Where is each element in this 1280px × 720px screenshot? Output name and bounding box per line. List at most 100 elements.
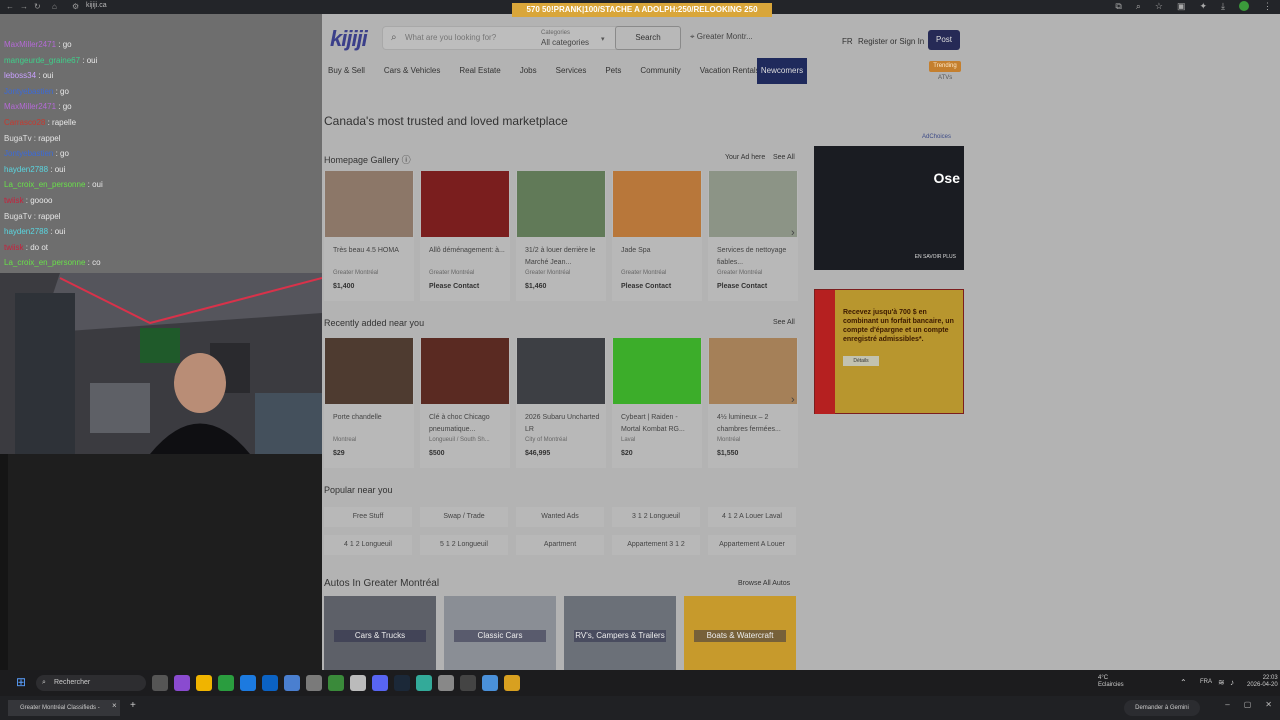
gallery-card[interactable]: 31/2 à louer derrière le Marché Jean... G… [516, 171, 606, 301]
search-input[interactable] [405, 33, 525, 42]
home-icon[interactable]: ⌂ [52, 2, 57, 11]
listing-image[interactable] [517, 338, 605, 404]
recent-card[interactable]: Cybeart | Raiden - Mortal Kombat RG... La… [612, 338, 702, 468]
taskbar-app-icon[interactable] [218, 675, 234, 691]
back-icon[interactable]: ← [6, 2, 14, 11]
nav-item[interactable]: Vacation Rentals [700, 66, 760, 75]
browser-tab[interactable]: Greater Montréal Classifieds - [8, 700, 120, 716]
taskbar-app-icon[interactable] [460, 675, 476, 691]
close-icon[interactable]: ✕ [1265, 700, 1272, 709]
autos-category-card[interactable]: Cars & Trucks [324, 596, 436, 670]
category-select[interactable]: All categories [541, 38, 589, 47]
chat-username[interactable]: La_croix_en_personne [4, 258, 85, 267]
register-signin-link[interactable]: Register or Sign In [858, 37, 924, 46]
taskbar-app-icon[interactable] [372, 675, 388, 691]
extension-icon[interactable]: ▣ [1177, 1, 1186, 12]
adchoices-link[interactable]: AdChoices [922, 134, 951, 140]
listing-title[interactable]: Cybeart | Raiden - Mortal Kombat RG... [621, 412, 697, 436]
address-bar[interactable]: kijiji.ca [86, 2, 107, 9]
volume-icon[interactable]: ♪ [1230, 678, 1234, 687]
gallery-card[interactable]: Jade Spa Greater Montréal Please Contact [612, 171, 702, 301]
translate-icon[interactable]: ⧉ [1115, 1, 1121, 12]
windows-start-icon[interactable]: ⊞ [16, 675, 26, 689]
listing-image[interactable] [709, 171, 797, 237]
nav-item[interactable]: Services [556, 66, 587, 75]
popular-search-link[interactable]: Free Stuff [324, 507, 412, 527]
nav-item[interactable]: Pets [605, 66, 621, 75]
listing-title[interactable]: Porte chandelle [333, 412, 409, 424]
gallery-card[interactable]: Services de nettoyage fiables... Greater … [708, 171, 798, 301]
listing-title[interactable]: 4½ lumineux – 2 chambres fermées... [717, 412, 793, 436]
listing-image[interactable] [517, 171, 605, 237]
chat-username[interactable]: MaxMiller2471 [4, 102, 56, 111]
gallery-see-all[interactable]: See All [773, 154, 795, 161]
downloads-icon[interactable]: ⤓ [1221, 1, 1225, 12]
listing-image[interactable] [325, 338, 413, 404]
taskbar-app-icon[interactable] [328, 675, 344, 691]
reload-icon[interactable]: ↻ [34, 2, 41, 11]
chevron-right-icon[interactable]: › [791, 227, 795, 239]
chat-username[interactable]: La_croix_en_personne [4, 180, 85, 189]
profile-avatar[interactable] [1239, 1, 1249, 11]
recent-card[interactable]: 2026 Subaru Uncharted LR City of Montréal… [516, 338, 606, 468]
language-toggle[interactable]: FR [842, 37, 853, 46]
ad-banner-chevrolet[interactable]: Ose EN SAVOIR PLUS [814, 146, 964, 270]
gallery-card[interactable]: Allô déménagement: à... Greater Montréal P… [420, 171, 510, 301]
chevron-down-icon[interactable]: ▾ [601, 35, 605, 43]
recent-see-all[interactable]: See All [773, 319, 795, 326]
chat-username[interactable]: hayden2788 [4, 227, 48, 236]
nav-item[interactable]: Real Estate [459, 66, 500, 75]
taskbar-app-icon[interactable] [438, 675, 454, 691]
weather-widget[interactable]: 4°C Eclaircies [1098, 675, 1124, 689]
listing-title[interactable]: Jade Spa [621, 245, 697, 257]
menu-icon[interactable]: ⋮ [1263, 1, 1272, 12]
chat-username[interactable]: BugaTv [4, 134, 32, 143]
listing-title[interactable]: Allô déménagement: à... [429, 245, 505, 257]
recent-card[interactable]: Porte chandelle Montreal $29 [324, 338, 414, 468]
chat-username[interactable]: leboss34 [4, 71, 36, 80]
listing-title[interactable]: 2026 Subaru Uncharted LR [525, 412, 601, 436]
wifi-icon[interactable]: ≋ [1218, 678, 1225, 687]
autos-category-card[interactable]: Classic Cars [444, 596, 556, 670]
clock[interactable]: 22:03 2026-04-20 [1247, 675, 1278, 689]
ad-details-button[interactable]: Détails [843, 356, 879, 366]
site-info-icon[interactable]: ⚙ [72, 2, 79, 11]
search-button[interactable]: Search [615, 26, 681, 50]
post-ad-button[interactable]: Post [928, 30, 960, 50]
taskbar-app-icon[interactable] [482, 675, 498, 691]
browse-autos-link[interactable]: Browse All Autos [738, 580, 790, 587]
maximize-icon[interactable]: ▢ [1244, 700, 1252, 709]
chat-username[interactable]: Jontyebastien [4, 87, 53, 96]
nav-item[interactable]: Buy & Sell [328, 66, 365, 75]
popular-search-link[interactable]: 4 1 2 Longueuil [324, 535, 412, 555]
nav-item[interactable]: Cars & Vehicles [384, 66, 440, 75]
chat-username[interactable]: twiisk [4, 243, 24, 252]
gallery-card[interactable]: Très beau 4.5 HOMA Greater Montréal $1,400 [324, 171, 414, 301]
nav-item[interactable]: Jobs [520, 66, 537, 75]
listing-title[interactable]: Services de nettoyage fiables... [717, 245, 793, 269]
taskbar-app-icon[interactable] [306, 675, 322, 691]
your-ad-link[interactable]: Your Ad here [725, 154, 765, 161]
taskbar-app-icon[interactable] [262, 675, 278, 691]
ad-cta[interactable]: EN SAVOIR PLUS [915, 254, 956, 260]
taskbar-search[interactable]: ⌕ Rechercher [36, 675, 146, 691]
forward-icon[interactable]: → [20, 2, 28, 11]
popular-search-link[interactable]: 5 1 2 Longueuil [420, 535, 508, 555]
recent-card[interactable]: 4½ lumineux – 2 chambres fermées... Montr… [708, 338, 798, 468]
taskbar-app-icon[interactable] [416, 675, 432, 691]
input-language[interactable]: FRA [1200, 679, 1212, 685]
nav-item[interactable]: Community [640, 66, 680, 75]
gemini-button[interactable]: Demander à Gemini [1124, 700, 1200, 716]
listing-image[interactable] [709, 338, 797, 404]
listing-title[interactable]: Clé à choc Chicago pneumatique... [429, 412, 505, 436]
chat-username[interactable]: Carrasco28 [4, 118, 45, 127]
new-tab-icon[interactable]: + [130, 700, 136, 711]
bookmark-icon[interactable]: ☆ [1155, 1, 1163, 12]
newcomers-tab[interactable]: Newcomers [757, 58, 807, 84]
ad-banner-scotiabank[interactable]: Recevez jusqu'à 700 $ en combinant un fo… [814, 289, 964, 414]
taskbar-app-icon[interactable] [174, 675, 190, 691]
popular-search-link[interactable]: Swap / Trade [420, 507, 508, 527]
chat-username[interactable]: MaxMiller2471 [4, 40, 56, 49]
taskbar-app-icon[interactable] [196, 675, 212, 691]
close-tab-icon[interactable]: × [112, 701, 117, 710]
